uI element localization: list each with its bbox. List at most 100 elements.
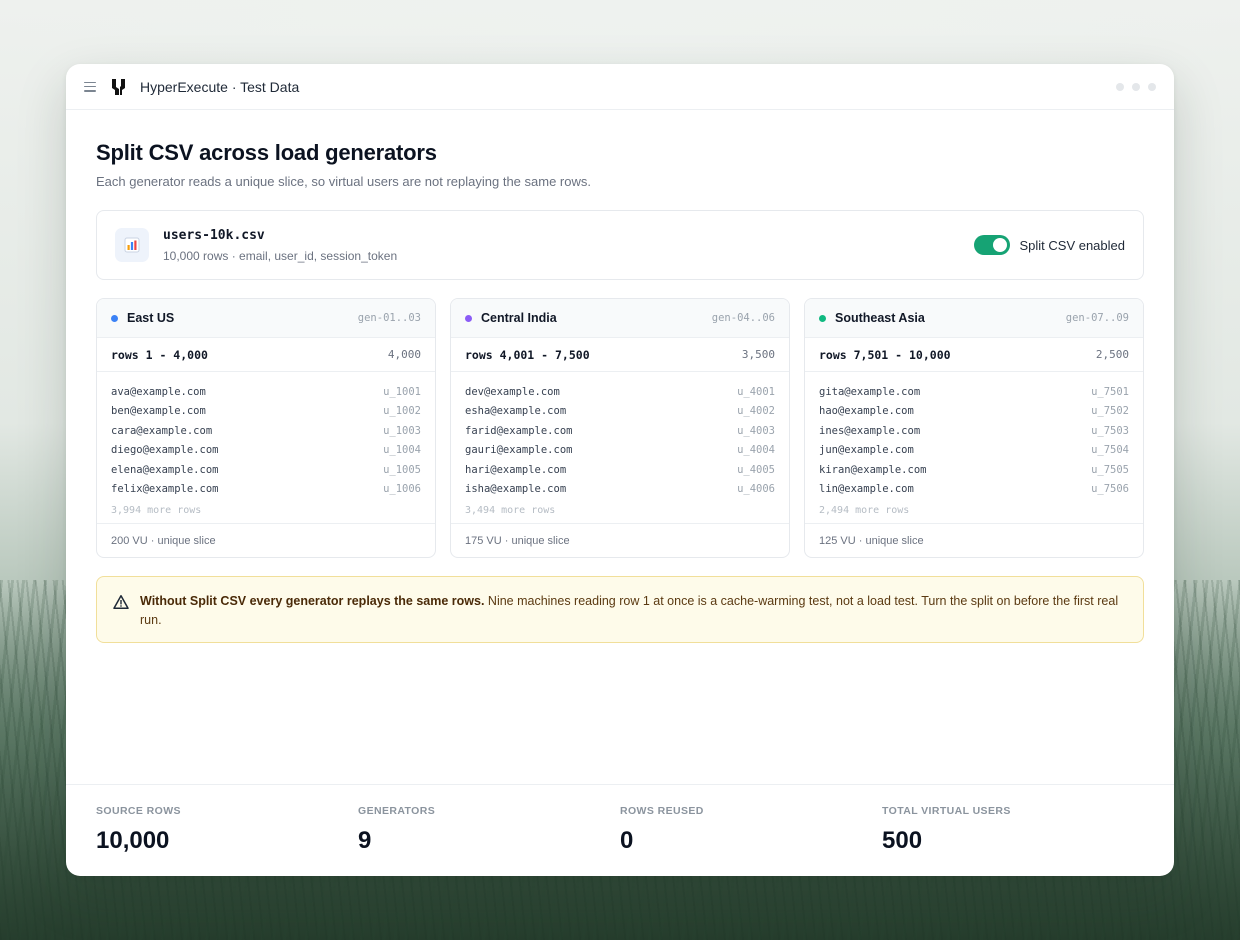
window-dot-icon[interactable]	[1148, 82, 1156, 91]
main-content: Split CSV across load generators Each ge…	[66, 110, 1174, 643]
page-subtitle: Each generator reads a unique slice, so …	[96, 174, 591, 189]
table-row: elena@example.com u_1005	[111, 460, 421, 480]
sample-rows: dev@example.com u_4001 esha@example.com u_…	[451, 372, 789, 523]
warning-text: Without Split CSV every generator replay…	[140, 592, 1119, 642]
stat-label: ROWS REUSED	[620, 805, 704, 817]
row-user-id: u_4003	[737, 424, 775, 437]
stat-value: 9	[358, 827, 372, 854]
row-user-id: u_1001	[383, 385, 421, 398]
row-email: jun@example.com	[819, 444, 914, 457]
table-row: lin@example.com u_7506	[819, 480, 1129, 500]
title-bar: HyperExecute · Test Data	[66, 64, 1174, 110]
table-row: hari@example.com u_4005	[465, 460, 775, 480]
file-info: users-10k.csv 10,000 rows · email, user_…	[163, 228, 397, 263]
row-user-id: u_1006	[383, 483, 421, 496]
split-csv-toggle[interactable]	[974, 235, 1011, 255]
table-row: gita@example.com u_7501	[819, 382, 1129, 402]
bar-chart-icon	[115, 228, 149, 262]
generator-card: East US gen-01..03 rows 1 - 4,000 4,000 …	[96, 298, 436, 558]
stat-value: 500	[882, 827, 923, 854]
more-rows-text: 3,994 more rows	[111, 505, 202, 516]
row-user-id: u_4004	[737, 444, 775, 457]
table-row: farid@example.com u_4003	[465, 421, 775, 441]
app-window: HyperExecute · Test Data Split CSV acros…	[66, 64, 1174, 876]
region-dot-icon	[819, 314, 826, 322]
row-email: ava@example.com	[111, 385, 206, 398]
hyperexecute-logo-icon	[112, 78, 125, 95]
more-rows-text: 2,494 more rows	[819, 505, 910, 516]
row-range-label: rows 7,501 - 10,000	[819, 347, 951, 362]
table-row: esha@example.com u_4002	[465, 402, 775, 422]
sample-rows: gita@example.com u_7501 hao@example.com u_…	[805, 372, 1143, 523]
stat-source-rows: SOURCE ROWS 10,000	[96, 805, 358, 876]
row-user-id: u_4001	[737, 385, 775, 398]
row-email: hari@example.com	[465, 463, 567, 476]
row-range: rows 4,001 - 7,500 3,500	[451, 338, 789, 372]
generator-region: Southeast Asia	[835, 311, 925, 325]
window-dot-icon[interactable]	[1116, 82, 1124, 91]
row-user-id: u_7502	[1091, 405, 1129, 418]
row-range-count: 2,500	[1095, 348, 1129, 361]
warning-banner: Without Split CSV every generator replay…	[96, 576, 1144, 643]
generator-cards: East US gen-01..03 rows 1 - 4,000 4,000 …	[96, 298, 1144, 558]
row-user-id: u_4002	[737, 405, 775, 418]
row-range-count: 3,500	[741, 348, 775, 361]
generator-ids: gen-07..09	[1065, 312, 1129, 324]
window-dot-icon[interactable]	[1132, 82, 1140, 91]
row-email: ines@example.com	[819, 424, 921, 437]
stat-value: 10,000	[96, 827, 170, 854]
more-rows-text: 3,494 more rows	[465, 505, 556, 516]
row-user-id: u_7506	[1091, 483, 1129, 496]
table-row: dev@example.com u_4001	[465, 382, 775, 402]
generator-footer: 200 VU · unique slice	[97, 523, 435, 557]
row-email: ben@example.com	[111, 405, 206, 418]
warning-text-bold: Without Split CSV every generator replay…	[140, 594, 485, 608]
row-range-count: 4,000	[387, 348, 421, 361]
generator-header: Central India gen-04..06	[451, 299, 789, 338]
row-email: felix@example.com	[111, 483, 219, 496]
generator-card: Central India gen-04..06 rows 4,001 - 7,…	[450, 298, 790, 558]
generator-ids: gen-04..06	[711, 312, 775, 324]
row-email: isha@example.com	[465, 483, 567, 496]
row-email: gauri@example.com	[465, 444, 573, 457]
row-range: rows 7,501 - 10,000 2,500	[805, 338, 1143, 372]
region-dot-icon	[111, 314, 118, 322]
row-email: kiran@example.com	[819, 463, 927, 476]
file-name: users-10k.csv	[163, 227, 265, 243]
row-user-id: u_7504	[1091, 444, 1129, 457]
generator-region: East US	[127, 311, 175, 325]
generator-header: Southeast Asia gen-07..09	[805, 299, 1143, 338]
split-csv-toggle-label: Split CSV enabled	[1019, 237, 1125, 253]
stat-label: TOTAL VIRTUAL USERS	[882, 805, 1011, 817]
row-user-id: u_1003	[383, 424, 421, 437]
split-csv-toggle-group: Split CSV enabled	[974, 235, 1125, 255]
row-email: farid@example.com	[465, 424, 573, 437]
row-email: hao@example.com	[819, 405, 914, 418]
table-row: isha@example.com u_4006	[465, 480, 775, 500]
page-title: Split CSV across load generators	[96, 140, 437, 165]
row-user-id: u_7505	[1091, 463, 1129, 476]
row-email: lin@example.com	[819, 483, 914, 496]
generator-footer: 125 VU · unique slice	[805, 523, 1143, 557]
generator-header: East US gen-01..03	[97, 299, 435, 338]
csv-file-card: users-10k.csv 10,000 rows · email, user_…	[96, 210, 1144, 280]
table-row: ava@example.com u_1001	[111, 382, 421, 402]
generator-region: Central India	[481, 311, 557, 325]
row-range: rows 1 - 4,000 4,000	[97, 338, 435, 372]
hamburger-menu-icon[interactable]	[84, 81, 96, 92]
generator-card: Southeast Asia gen-07..09 rows 7,501 - 1…	[804, 298, 1144, 558]
row-user-id: u_4005	[737, 463, 775, 476]
table-row: cara@example.com u_1003	[111, 421, 421, 441]
table-row: kiran@example.com u_7505	[819, 460, 1129, 480]
row-user-id: u_7501	[1091, 385, 1129, 398]
row-email: diego@example.com	[111, 444, 219, 457]
stat-value: 0	[620, 827, 634, 854]
file-meta: 10,000 rows · email, user_id, session_to…	[163, 248, 398, 263]
row-user-id: u_1004	[383, 444, 421, 457]
region-dot-icon	[465, 314, 472, 322]
row-range-label: rows 4,001 - 7,500	[465, 347, 590, 362]
table-row: hao@example.com u_7502	[819, 402, 1129, 422]
stat-rows-reused: ROWS REUSED 0	[620, 805, 882, 876]
row-range-label: rows 1 - 4,000	[111, 347, 208, 362]
row-user-id: u_7503	[1091, 424, 1129, 437]
